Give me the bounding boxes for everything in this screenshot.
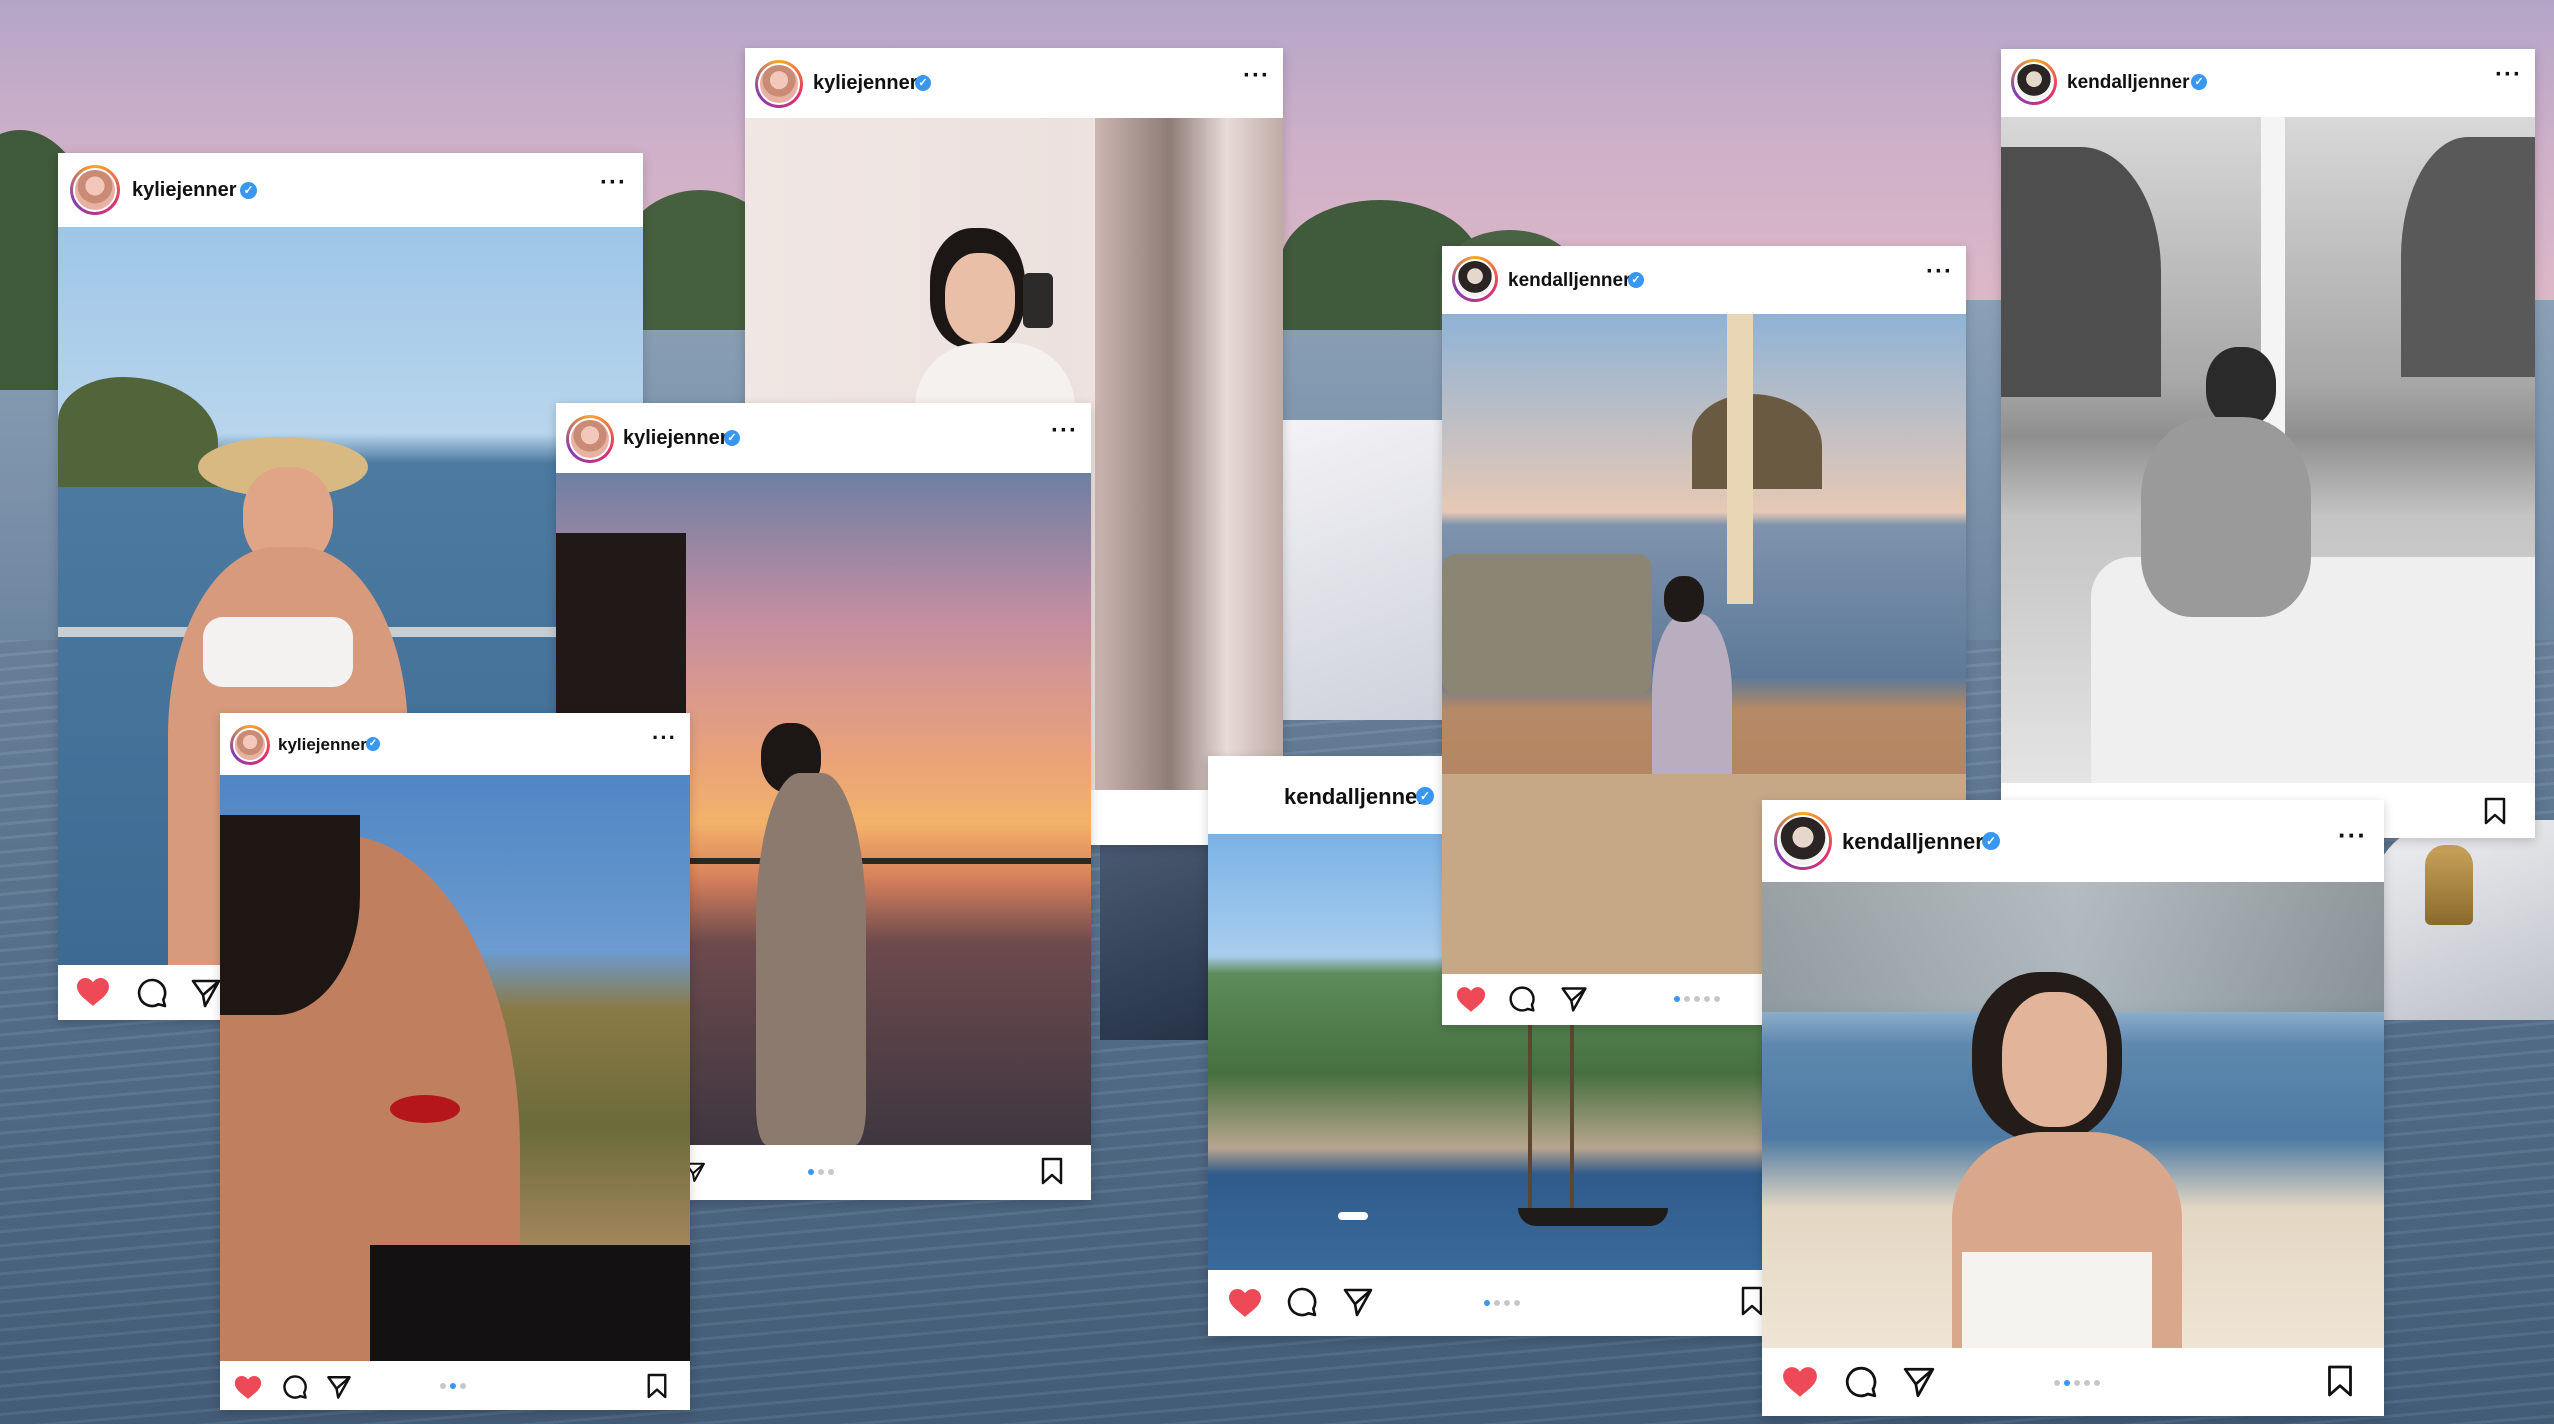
post-photo[interactable]: [2001, 117, 2535, 783]
share-icon[interactable]: [190, 977, 222, 1009]
verified-badge-icon: ✓: [2191, 74, 2207, 90]
username[interactable]: kyliejenner: [813, 72, 918, 95]
face: [2002, 992, 2107, 1127]
red-lips: [390, 1095, 460, 1123]
more-options-icon[interactable]: ···: [2338, 820, 2367, 851]
post-header: kendalljenner ✓ ···: [1762, 800, 2384, 882]
post-photo[interactable]: [220, 775, 690, 1361]
share-icon[interactable]: [1902, 1365, 1936, 1399]
sailboat-mast: [1528, 1014, 1532, 1214]
heart-icon[interactable]: [76, 977, 110, 1007]
verified-badge-icon: ✓: [240, 182, 257, 199]
comment-icon[interactable]: [136, 977, 168, 1009]
rocky-cliff: [2401, 137, 2535, 377]
username[interactable]: kyliejenner: [278, 735, 367, 755]
face: [945, 253, 1015, 343]
carousel-dots: [808, 1169, 834, 1175]
rocky-island: [1692, 394, 1822, 489]
white-top: [1962, 1252, 2152, 1348]
phone: [1023, 273, 1053, 328]
verified-badge-icon: ✓: [1982, 832, 2000, 850]
speedboat: [1338, 1212, 1368, 1220]
carousel-dots: [2054, 1380, 2100, 1386]
bookmark-icon[interactable]: [1040, 1157, 1064, 1185]
post-header: kyliejenner ✓ ···: [58, 153, 643, 227]
verified-badge-icon: ✓: [915, 75, 931, 91]
comment-icon[interactable]: [1508, 985, 1536, 1013]
avatar[interactable]: [755, 60, 803, 108]
white-top: [203, 617, 353, 687]
verified-badge-icon: ✓: [724, 430, 740, 446]
more-options-icon[interactable]: ···: [1051, 417, 1078, 445]
username[interactable]: kendalljenner: [1842, 829, 1984, 855]
black-top: [370, 1245, 690, 1361]
post-header: kyliejenner ✓ ···: [745, 48, 1283, 118]
username[interactable]: kendalljenner: [1508, 270, 1631, 292]
rocky-island: [58, 377, 218, 487]
avatar[interactable]: [1452, 256, 1498, 302]
brass-bell: [2425, 845, 2473, 925]
more-options-icon[interactable]: ···: [2495, 61, 2522, 89]
verified-badge-icon: ✓: [1628, 272, 1644, 288]
avatar[interactable]: [2011, 59, 2057, 105]
more-options-icon[interactable]: ···: [1926, 258, 1953, 286]
instagram-post: kendalljenner ✓ ···: [1762, 800, 2384, 1416]
bookmark-icon[interactable]: [1740, 1286, 1764, 1316]
mirror-frame: [1095, 118, 1283, 790]
username[interactable]: kyliejenner: [623, 427, 728, 450]
yacht-railing: [1100, 840, 1220, 1040]
taupe-dress: [756, 773, 866, 1145]
post-header: kyliejenner ✓ ···: [556, 403, 1091, 473]
post-header: kyliejenner ✓ ···: [220, 713, 690, 775]
instagram-post: kyliejenner ✓ ···: [220, 713, 690, 1410]
carousel-dots: [1484, 1300, 1520, 1306]
bookmark-icon[interactable]: [646, 1373, 668, 1399]
avatar[interactable]: [230, 725, 270, 765]
post-photo[interactable]: [1762, 882, 2384, 1348]
comment-icon[interactable]: [1844, 1365, 1878, 1399]
body: [2141, 417, 2311, 617]
post-actions: [1762, 1348, 2384, 1416]
deck-sofa: [1442, 554, 1652, 694]
carousel-dots: [440, 1383, 466, 1389]
post-header: kendalljenner ✓ ···: [1442, 246, 1966, 314]
heart-icon[interactable]: [1456, 986, 1486, 1013]
post-actions: [220, 1361, 690, 1410]
more-options-icon[interactable]: ···: [652, 725, 677, 751]
share-icon[interactable]: [326, 1374, 352, 1400]
post-header: kendalljenner ✓ ···: [2001, 49, 2535, 117]
rocky-cliff: [2001, 147, 2161, 397]
username[interactable]: kyliejenner: [132, 179, 237, 202]
headscarf: [2206, 347, 2276, 427]
more-options-icon[interactable]: ···: [1243, 62, 1270, 90]
avatar[interactable]: [1774, 812, 1832, 870]
instagram-post: kendalljenner ✓ ···: [2001, 49, 2535, 838]
heart-icon[interactable]: [1782, 1366, 1818, 1398]
bookmark-icon[interactable]: [2483, 797, 2507, 825]
comment-icon[interactable]: [1286, 1286, 1318, 1318]
post-actions: [1208, 1270, 1771, 1336]
sailboat-mast: [1570, 994, 1574, 1214]
heart-icon[interactable]: [234, 1375, 262, 1400]
more-options-icon[interactable]: ···: [600, 169, 627, 197]
heart-icon[interactable]: [1228, 1288, 1262, 1318]
hair: [1664, 576, 1704, 622]
verified-badge-icon: ✓: [1416, 787, 1434, 805]
avatar[interactable]: [566, 415, 614, 463]
share-icon[interactable]: [1342, 1286, 1374, 1318]
share-icon[interactable]: [1560, 985, 1588, 1013]
username[interactable]: kendalljenner: [2067, 72, 2190, 94]
comment-icon[interactable]: [282, 1374, 308, 1400]
sailboat-hull: [1518, 1208, 1668, 1226]
deck-pillar: [1727, 314, 1753, 604]
verified-badge-icon: ✓: [366, 737, 380, 751]
bookmark-icon[interactable]: [2326, 1364, 2354, 1398]
avatar[interactable]: [70, 165, 120, 215]
username[interactable]: kendalljenner: [1284, 784, 1426, 810]
carousel-dots: [1674, 996, 1720, 1002]
